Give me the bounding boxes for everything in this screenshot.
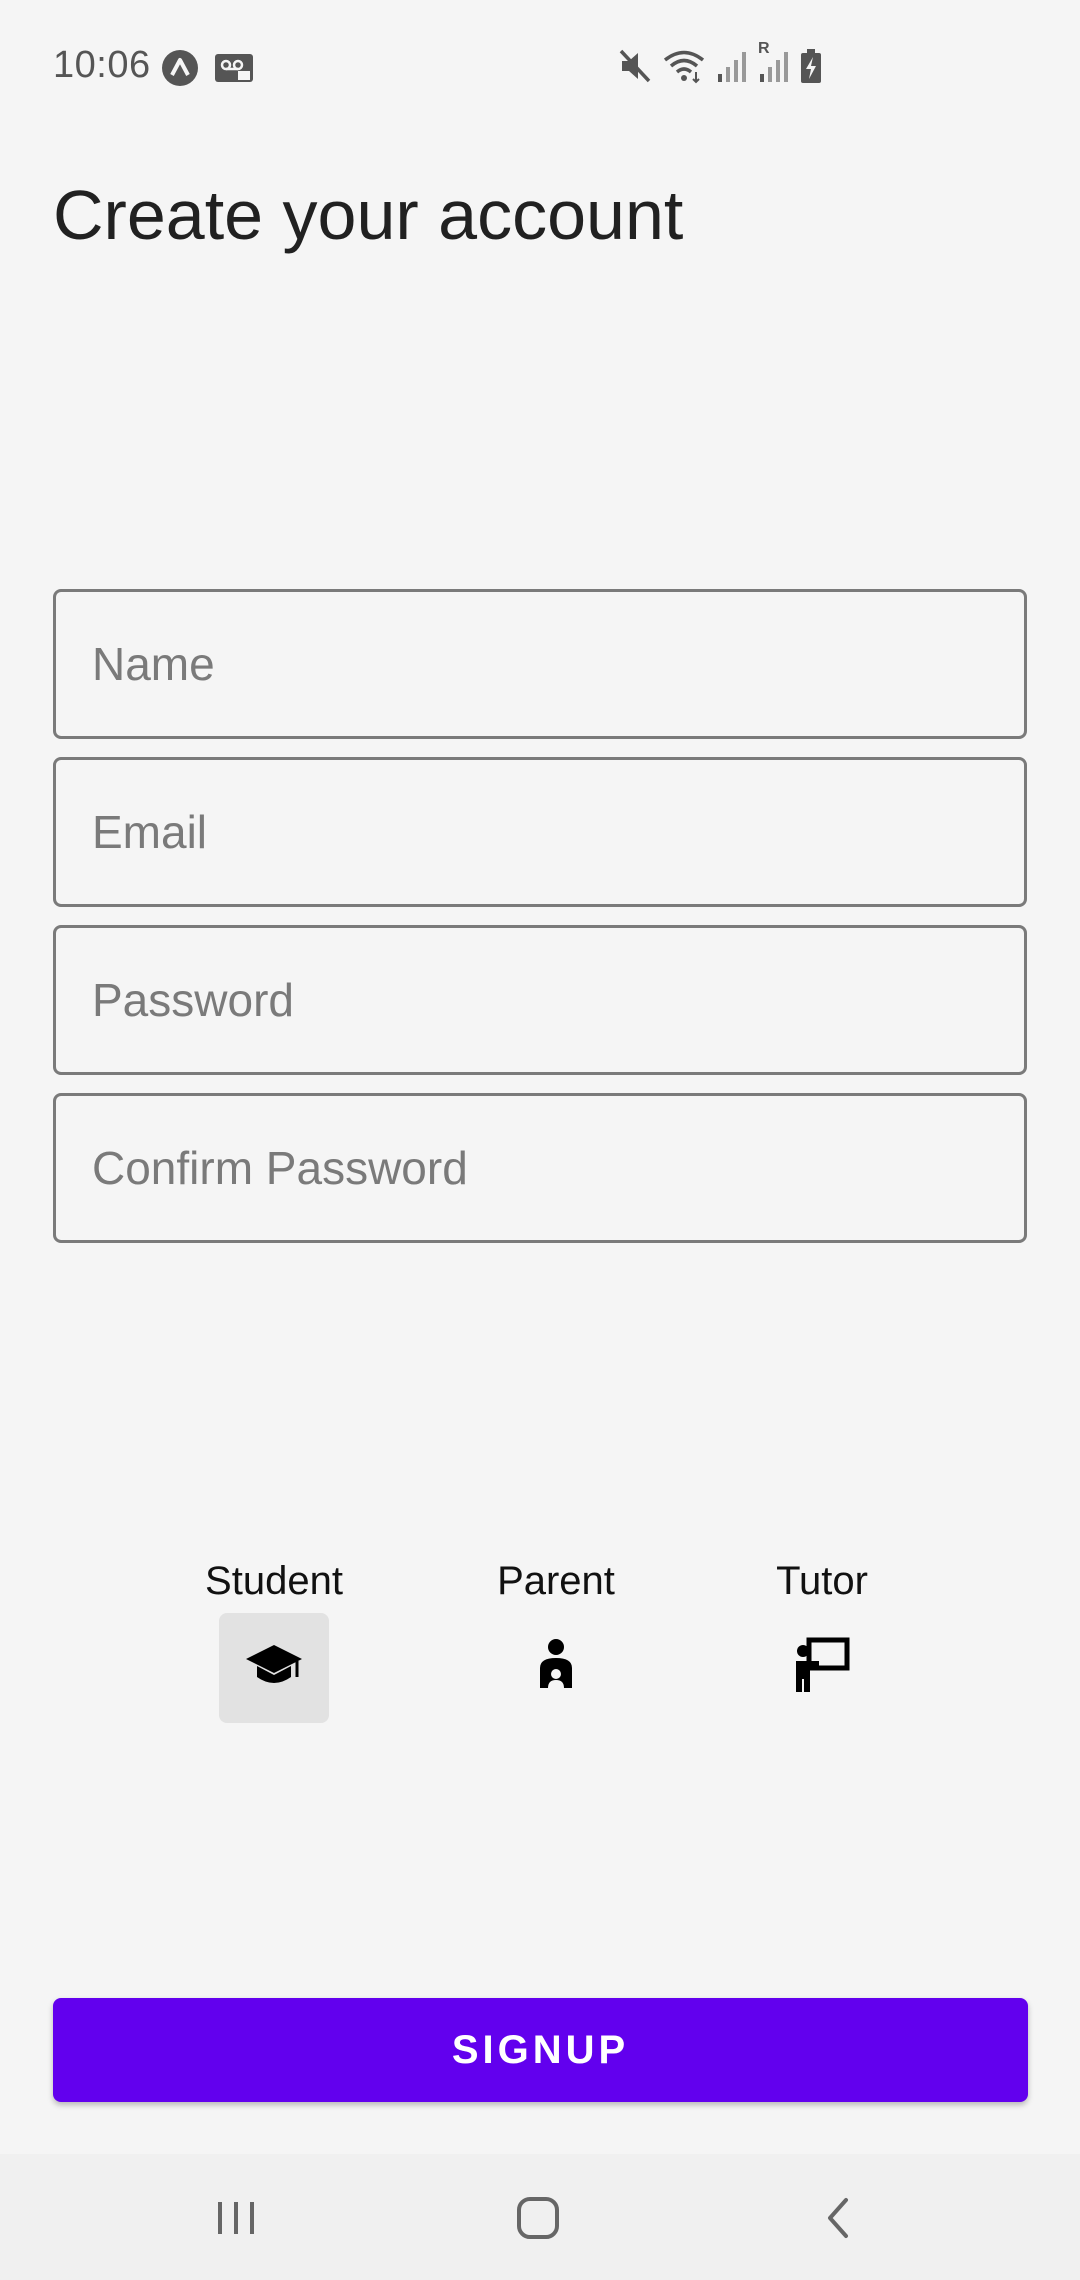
home-button[interactable] xyxy=(498,2180,578,2260)
role-parent[interactable]: Parent xyxy=(456,1555,656,1723)
role-student-label: Student xyxy=(205,1559,343,1603)
recents-icon xyxy=(214,2196,258,2245)
roaming-label: R xyxy=(758,40,770,57)
password-input[interactable] xyxy=(56,928,1024,1072)
role-student-button[interactable] xyxy=(219,1613,329,1723)
navigation-bar xyxy=(0,2154,1080,2280)
recents-button[interactable] xyxy=(196,2180,276,2260)
email-field[interactable] xyxy=(53,757,1027,907)
back-button[interactable] xyxy=(800,2180,880,2260)
wifi-icon xyxy=(662,48,706,84)
role-tutor-label: Tutor xyxy=(776,1559,868,1603)
confirm-password-field[interactable] xyxy=(53,1093,1027,1243)
mute-icon xyxy=(618,48,652,84)
page-title: Create your account xyxy=(53,176,684,254)
voicemail-icon xyxy=(214,51,254,85)
back-icon xyxy=(818,2196,862,2245)
name-input[interactable] xyxy=(56,592,1024,736)
name-field[interactable] xyxy=(53,589,1027,739)
roaming-signal-icon: R xyxy=(758,40,790,84)
status-bar: 10:06 R xyxy=(0,0,1080,130)
status-right-icons: R xyxy=(618,40,822,84)
signup-button[interactable]: SIGNUP xyxy=(53,1998,1028,2102)
password-field[interactable] xyxy=(53,925,1027,1075)
battery-charging-icon xyxy=(800,48,822,84)
email-input[interactable] xyxy=(56,760,1024,904)
signal-icon xyxy=(716,48,748,84)
role-parent-button[interactable] xyxy=(501,1613,611,1723)
teacher-board-icon xyxy=(793,1637,851,1700)
status-time: 10:06 xyxy=(53,44,151,86)
role-tutor-button[interactable] xyxy=(767,1613,877,1723)
confirm-password-input[interactable] xyxy=(56,1096,1024,1240)
graduation-cap-icon xyxy=(244,1641,304,1696)
home-icon xyxy=(514,2194,562,2247)
parent-child-icon xyxy=(536,1638,576,1699)
app-notification-icon xyxy=(160,48,200,88)
role-parent-label: Parent xyxy=(497,1559,615,1603)
role-student[interactable]: Student xyxy=(174,1555,374,1723)
role-tutor[interactable]: Tutor xyxy=(722,1555,922,1723)
status-left-icons xyxy=(160,48,254,88)
